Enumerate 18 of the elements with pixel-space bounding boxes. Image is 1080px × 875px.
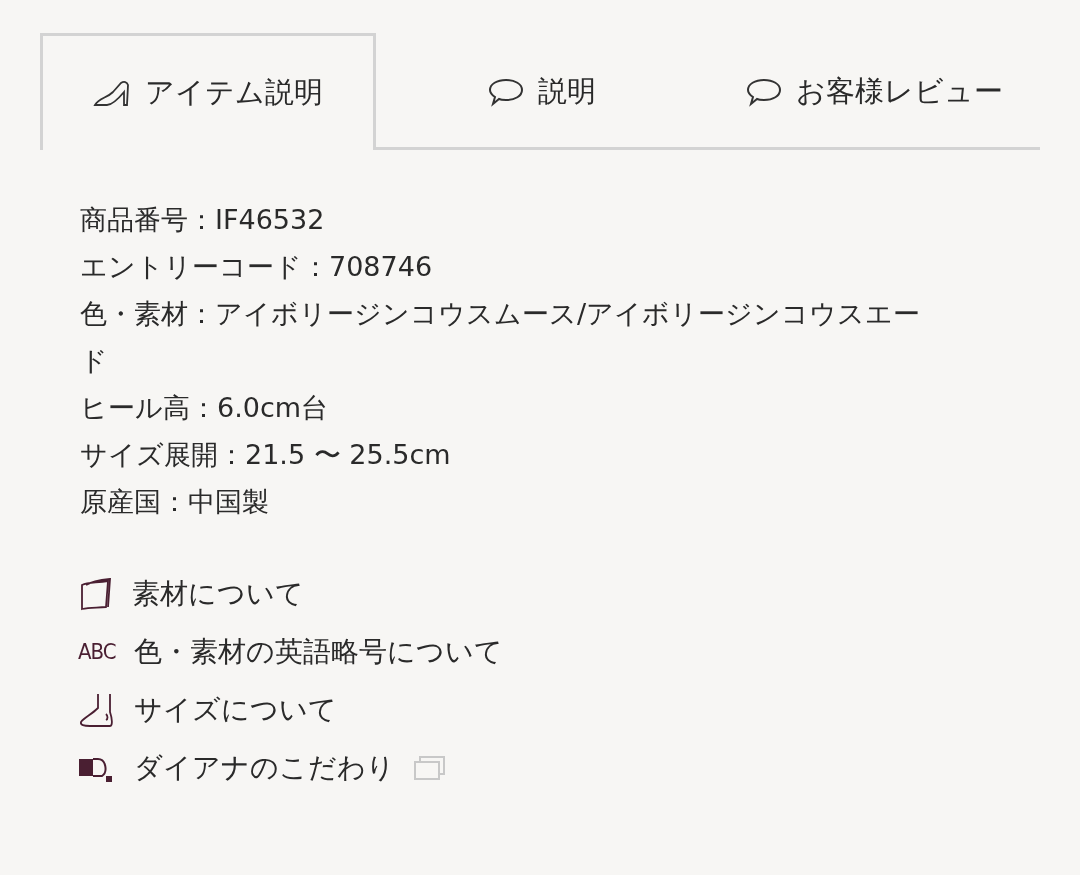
speech-bubble-icon (488, 76, 524, 107)
info-link[interactable]: サイズについて (134, 691, 337, 729)
tab[interactable]: アイテム説明 (40, 33, 376, 150)
external-window-icon (413, 755, 447, 781)
high-heel-icon (93, 78, 131, 108)
spec-line: 原産国：中国製 (80, 485, 270, 519)
speech-bubble-icon (745, 76, 782, 107)
spec-line: エントリーコード：708746 (80, 250, 434, 284)
spec-line: 商品番号：IF46532 (80, 203, 326, 237)
info-link[interactable]: 素材について (132, 575, 304, 613)
spec-line: 色・素材：アイボリージンコウスムース/アイボリージンコウスエード (80, 297, 922, 378)
spec-line: ヒール高：6.0cm台 (80, 391, 330, 425)
abc-icon: ABC (78, 637, 116, 667)
spec-line: サイズ展開：21.5 〜 25.5cm (80, 438, 452, 472)
info-link[interactable]: ダイアナのこだわり (134, 749, 395, 787)
info-link[interactable]: 色・素材の英語略号について (134, 633, 503, 671)
foot-icon (78, 692, 116, 728)
fabric-icon (78, 577, 114, 611)
